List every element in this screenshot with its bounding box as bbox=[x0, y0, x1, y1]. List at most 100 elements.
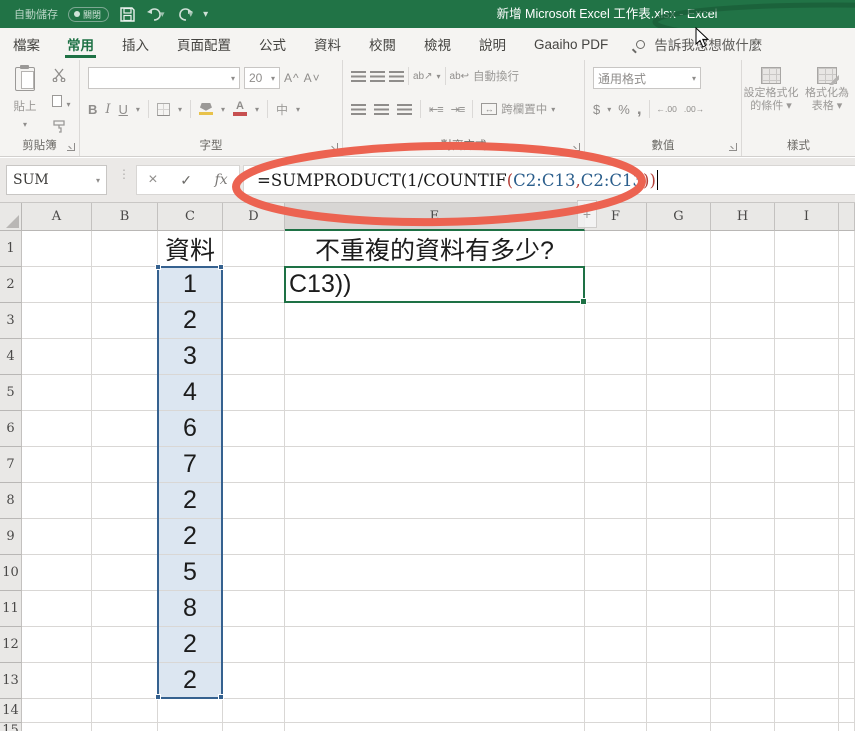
decrease-indent-button[interactable]: ⇤≡ bbox=[429, 103, 443, 116]
cell-E11[interactable] bbox=[285, 591, 585, 627]
cell-A6[interactable] bbox=[22, 411, 92, 447]
cell-A14[interactable] bbox=[22, 699, 92, 723]
cell-F6[interactable] bbox=[585, 411, 647, 447]
cell-H15[interactable] bbox=[711, 723, 775, 731]
cell-I13[interactable] bbox=[775, 663, 839, 699]
cell-F8[interactable] bbox=[585, 483, 647, 519]
phonetic-dropdown-icon[interactable]: ▾ bbox=[296, 105, 300, 114]
row-header-9[interactable]: 9 bbox=[0, 519, 22, 555]
cell-B8[interactable] bbox=[92, 483, 158, 519]
cell-G10[interactable] bbox=[647, 555, 711, 591]
cell-E4[interactable] bbox=[285, 339, 585, 375]
cell-F14[interactable] bbox=[585, 699, 647, 723]
cell-F11[interactable] bbox=[585, 591, 647, 627]
cell-I11[interactable] bbox=[775, 591, 839, 627]
cell-E9[interactable] bbox=[285, 519, 585, 555]
cell-E7[interactable] bbox=[285, 447, 585, 483]
cell-F4[interactable] bbox=[585, 339, 647, 375]
row-header-10[interactable]: 10 bbox=[0, 555, 22, 591]
cell-D2[interactable] bbox=[223, 267, 285, 303]
row-header-8[interactable]: 8 bbox=[0, 483, 22, 519]
cell-I1[interactable] bbox=[775, 231, 839, 267]
formula-bar-splitter[interactable]: ⋮ bbox=[118, 171, 130, 177]
row-header-11[interactable]: 11 bbox=[0, 591, 22, 627]
cell-G1[interactable] bbox=[647, 231, 711, 267]
cell-A9[interactable] bbox=[22, 519, 92, 555]
cell-I4[interactable] bbox=[775, 339, 839, 375]
font-color-dropdown-icon[interactable]: ▾ bbox=[255, 105, 259, 114]
cell-A3[interactable] bbox=[22, 303, 92, 339]
ribbon-tab-2[interactable]: 插入 bbox=[108, 28, 163, 60]
cell-D5[interactable] bbox=[223, 375, 285, 411]
cell-G8[interactable] bbox=[647, 483, 711, 519]
cell-E15[interactable] bbox=[285, 723, 585, 731]
column-header-H[interactable]: H bbox=[711, 203, 775, 231]
ribbon-tab-5[interactable]: 資料 bbox=[300, 28, 355, 60]
cell-D10[interactable] bbox=[223, 555, 285, 591]
fill-handle[interactable] bbox=[580, 298, 587, 305]
cell-I8[interactable] bbox=[775, 483, 839, 519]
cell-C13[interactable]: 2 bbox=[158, 663, 223, 699]
cell-D1[interactable] bbox=[223, 231, 285, 267]
cell-C3[interactable]: 2 bbox=[158, 303, 223, 339]
cell-C9[interactable]: 2 bbox=[158, 519, 223, 555]
cell-I12[interactable] bbox=[775, 627, 839, 663]
insert-function-button[interactable]: fx bbox=[215, 172, 228, 188]
cell-G15[interactable] bbox=[647, 723, 711, 731]
select-all-corner[interactable] bbox=[0, 203, 22, 231]
font-dialog-launcher[interactable] bbox=[330, 143, 338, 151]
align-right-button[interactable] bbox=[397, 104, 412, 115]
cell-H9[interactable] bbox=[711, 519, 775, 555]
cell-I15[interactable] bbox=[775, 723, 839, 731]
cell-D14[interactable] bbox=[223, 699, 285, 723]
row-header-4[interactable]: 4 bbox=[0, 339, 22, 375]
row-header-3[interactable]: 3 bbox=[0, 303, 22, 339]
cell-H7[interactable] bbox=[711, 447, 775, 483]
cell-H3[interactable] bbox=[711, 303, 775, 339]
cell-I7[interactable] bbox=[775, 447, 839, 483]
cell-G12[interactable] bbox=[647, 627, 711, 663]
fill-color-button[interactable] bbox=[199, 103, 213, 116]
cell-H8[interactable] bbox=[711, 483, 775, 519]
cell-D11[interactable] bbox=[223, 591, 285, 627]
cell-A15[interactable] bbox=[22, 723, 92, 731]
copy-button[interactable]: ▾ bbox=[52, 94, 70, 112]
name-box[interactable]: SUM▾ bbox=[6, 165, 107, 195]
ribbon-tab-file[interactable]: 檔案 bbox=[0, 28, 53, 60]
align-middle-button[interactable] bbox=[370, 71, 385, 82]
cell-D3[interactable] bbox=[223, 303, 285, 339]
cell-B13[interactable] bbox=[92, 663, 158, 699]
format-painter-button[interactable] bbox=[52, 119, 67, 138]
cell-H11[interactable] bbox=[711, 591, 775, 627]
cell-D12[interactable] bbox=[223, 627, 285, 663]
cell-C2[interactable]: 1 bbox=[158, 267, 223, 303]
cell-H14[interactable] bbox=[711, 699, 775, 723]
cell-F2[interactable] bbox=[585, 267, 647, 303]
cell-F15[interactable] bbox=[585, 723, 647, 731]
cell-B6[interactable] bbox=[92, 411, 158, 447]
conditional-formatting-button[interactable]: 設定格式化的條件 ▾ bbox=[746, 67, 796, 113]
cell-F12[interactable] bbox=[585, 627, 647, 663]
cell-B3[interactable] bbox=[92, 303, 158, 339]
cell-C11[interactable]: 8 bbox=[158, 591, 223, 627]
cell-F9[interactable] bbox=[585, 519, 647, 555]
redo-icon[interactable]: ▾ bbox=[175, 7, 194, 22]
cell-I9[interactable] bbox=[775, 519, 839, 555]
currency-button[interactable]: $ bbox=[593, 102, 600, 117]
cell-B9[interactable] bbox=[92, 519, 158, 555]
row-header-1[interactable]: 1 bbox=[0, 231, 22, 267]
cell-G4[interactable] bbox=[647, 339, 711, 375]
cell-D7[interactable] bbox=[223, 447, 285, 483]
cell-I10[interactable] bbox=[775, 555, 839, 591]
cell-G3[interactable] bbox=[647, 303, 711, 339]
cell-A12[interactable] bbox=[22, 627, 92, 663]
row-header-15[interactable]: 15 bbox=[0, 723, 22, 731]
align-center-button[interactable] bbox=[374, 104, 389, 115]
cell-H6[interactable] bbox=[711, 411, 775, 447]
row-header-7[interactable]: 7 bbox=[0, 447, 22, 483]
number-format-combo[interactable]: 通用格式▾ bbox=[593, 67, 701, 89]
cell-B1[interactable] bbox=[92, 231, 158, 267]
cell-H13[interactable] bbox=[711, 663, 775, 699]
cell-E1[interactable]: 不重複的資料有多少? bbox=[285, 231, 585, 267]
customize-qat-icon[interactable]: ▾ bbox=[203, 9, 208, 20]
